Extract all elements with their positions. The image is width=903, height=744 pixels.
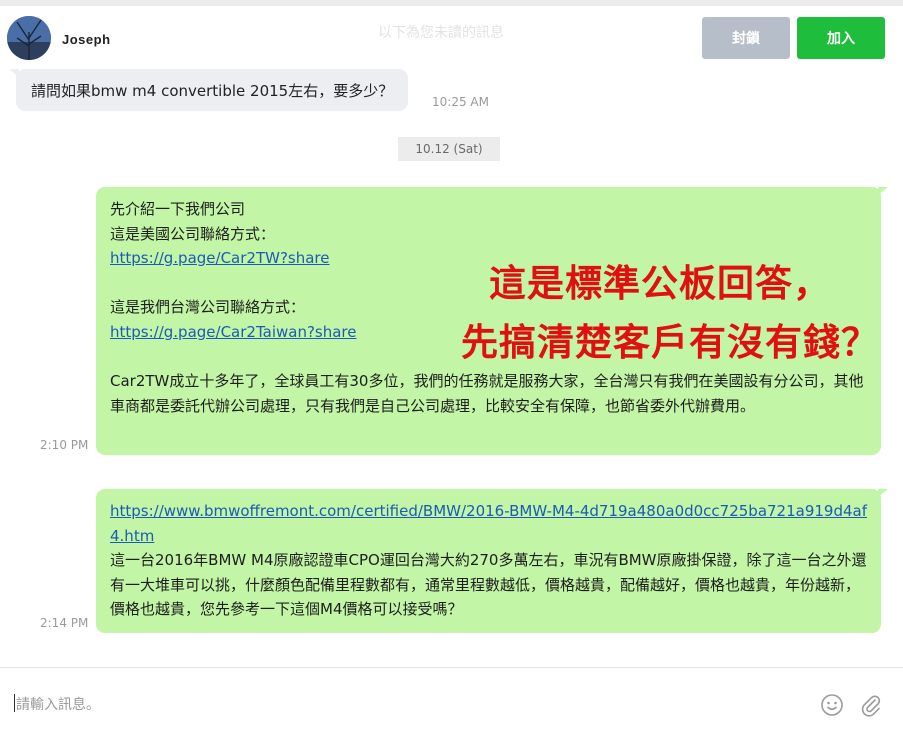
incoming-message-text: 請問如果bmw m4 convertible 2015左右，要多少？ (31, 81, 394, 100)
message-input[interactable] (14, 690, 778, 720)
smiley-icon[interactable] (818, 691, 846, 719)
message-time: 2:14 PM (40, 616, 89, 630)
unread-notice: 以下為您未讀的訊息 (378, 25, 504, 41)
chat-header: Joseph 以下為您未讀的訊息 封鎖 加入 (0, 6, 903, 64)
avatar[interactable] (7, 16, 51, 60)
outgoing-message: https://www.bmwoffremont.com/certified/B… (96, 489, 888, 633)
chat-area[interactable]: 請問如果bmw m4 convertible 2015左右，要多少？ 10:25… (0, 64, 903, 667)
paperclip-icon[interactable] (857, 691, 885, 719)
incoming-message: 請問如果bmw m4 convertible 2015左右，要多少？ (8, 69, 409, 111)
message-paragraph: 這一台2016年BMW M4原廠認證車CPO運回台灣大約270多萬左右，車況有B… (110, 551, 867, 619)
annotation-line-1: 這是標準公板回答， (489, 262, 831, 305)
message-time: 10:25 AM (432, 95, 489, 109)
message-line: 先介紹一下我們公司 (110, 200, 246, 218)
listing-link[interactable]: https://www.bmwoffremont.com/certified/B… (110, 499, 867, 548)
add-friend-button[interactable]: 加入 (797, 17, 885, 59)
date-divider: 10.12 (Sat) (398, 137, 500, 161)
message-time: 2:10 PM (40, 438, 89, 452)
block-button[interactable]: 封鎖 (702, 17, 790, 59)
message-paragraph: Car2TW成立十多年了，全球員工有30多位，我們的任務就是服務大家，全台灣只有… (110, 372, 864, 415)
contact-name: Joseph (62, 32, 111, 47)
message-line: 這是美國公司聯絡方式： (110, 224, 276, 243)
message-composer (0, 667, 903, 744)
annotation-line-2: 先搞清楚客戶有沒有錢？ (461, 321, 879, 364)
